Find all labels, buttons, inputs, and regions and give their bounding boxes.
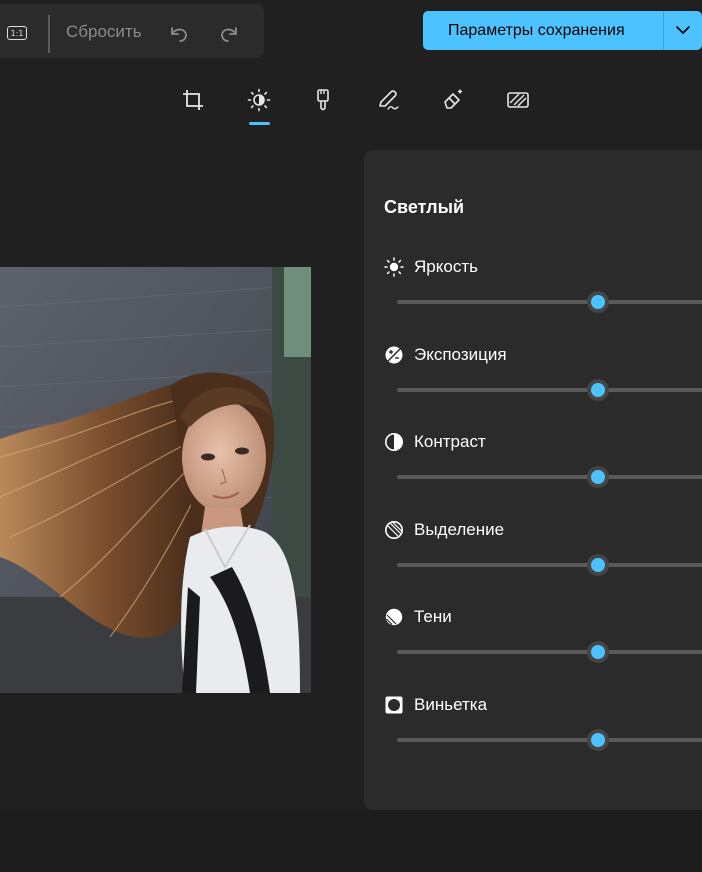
adjustment-5-label-row: Виньетка (384, 695, 487, 715)
adjustment-slider-thumb[interactable] (586, 553, 609, 576)
adjustment-slider-thumb[interactable] (586, 291, 609, 313)
vignette-icon (385, 696, 403, 714)
adjustment-4-label-row: Тени (384, 607, 452, 627)
adjustment-label: Контраст (414, 432, 486, 452)
edit-toolbar: 1:1 Сбросить (0, 4, 264, 58)
brightness-adjust-icon (247, 88, 271, 112)
tab-markup[interactable] (376, 88, 400, 112)
toolbar-divider (48, 15, 50, 53)
adjustment-slider-track[interactable] (397, 475, 702, 480)
adjustment-slider-track[interactable] (397, 300, 702, 304)
eraser-icon (444, 89, 463, 109)
slider-thumb-dot (590, 295, 605, 309)
adjustment-slider-track[interactable] (397, 650, 702, 655)
crop-icon (183, 90, 203, 110)
adjustment-slider-thumb[interactable] (586, 729, 609, 751)
adjustment-slider-thumb[interactable] (586, 641, 609, 664)
adjustment-label: Выделение (414, 519, 505, 539)
sun-icon (384, 257, 404, 277)
adjustment-label: Тени (414, 607, 452, 627)
background-blur-icon (507, 92, 529, 108)
save-button-divider (663, 11, 664, 50)
exposure-icon (385, 346, 403, 364)
adjustment-label: Яркость (414, 257, 478, 276)
active-tab-indicator (249, 122, 270, 125)
adjustment-label: Экспозиция (414, 344, 507, 364)
slider-thumb-dot (590, 382, 605, 397)
adjustment-slider-thumb[interactable] (586, 466, 609, 489)
adjustment-slider-thumb[interactable] (586, 378, 609, 401)
save-options-label: Параметры сохранения (448, 21, 625, 39)
adjustment-slider-track[interactable] (397, 562, 702, 567)
tab-crop[interactable] (181, 88, 205, 112)
slider-thumb-dot (590, 470, 605, 485)
highlights-icon (385, 520, 403, 539)
bottom-bar (0, 810, 702, 872)
slider-thumb-dot (590, 645, 605, 660)
adjustment-label: Виньетка (414, 695, 488, 714)
undo-button[interactable] (168, 24, 190, 44)
adjustments-panel: Светлый Яркость Экспозиция Контраст Выделен… (364, 150, 702, 810)
tab-adjust[interactable] (247, 88, 271, 112)
aspect-ratio-button[interactable]: 1:1 (2, 21, 32, 45)
slider-thumb-dot (590, 733, 605, 747)
contrast-icon (385, 433, 403, 452)
undo-icon (171, 27, 187, 42)
tab-filters[interactable] (311, 88, 335, 112)
tab-erase[interactable] (441, 88, 465, 112)
edited-photo[interactable] (0, 267, 311, 693)
redo-icon (221, 27, 237, 42)
adjustment-slider-track[interactable] (397, 387, 702, 392)
shadows-icon (385, 609, 403, 626)
chevron-down-icon[interactable] (675, 24, 691, 36)
reset-button[interactable]: Сбросить (66, 22, 142, 42)
save-options-button[interactable]: Параметры сохранения (423, 11, 702, 50)
markup-pen-icon (379, 90, 399, 110)
adjustment-3-label-row: Выделение (384, 520, 504, 540)
filter-brush-icon (317, 89, 329, 111)
adjustment-1-label-row: Экспозиция (384, 345, 507, 365)
panel-title: Светлый (384, 197, 465, 217)
tab-background[interactable] (506, 88, 530, 112)
adjustment-slider-track[interactable] (397, 738, 702, 742)
aspect-ratio-icon: 1:1 (7, 26, 27, 40)
photo-editor-window: 1:1 Сбросить Параметры сохранения Светлы… (0, 0, 702, 872)
redo-button[interactable] (218, 24, 240, 44)
adjustment-0-label-row: Яркость (384, 257, 478, 277)
slider-thumb-dot (590, 557, 605, 572)
adjustment-2-label-row: Контраст (384, 432, 486, 452)
